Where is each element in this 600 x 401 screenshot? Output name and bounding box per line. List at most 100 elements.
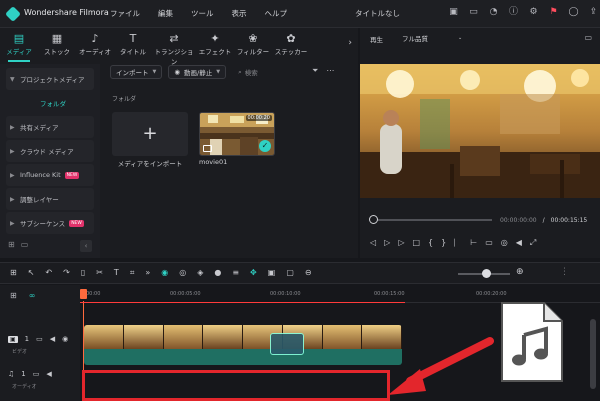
search-icon: ⌕ [238, 67, 242, 76]
sidebar-item-folder[interactable]: フォルダ [6, 92, 94, 114]
undo-icon[interactable]: ↶ [45, 268, 52, 278]
speaker-icon[interactable]: ◀ [46, 370, 51, 378]
select-tool-icon[interactable]: ↖ [28, 268, 35, 278]
tab-stock[interactable]: ▦ ストック [38, 28, 76, 62]
menu-help[interactable]: ヘルプ [265, 8, 288, 19]
mark-out-icon[interactable]: } [441, 238, 446, 248]
new-badge: NEW [69, 219, 84, 227]
import-media-tile[interactable]: + [112, 112, 188, 156]
cloud-upload-icon[interactable]: ⇪ [587, 6, 600, 19]
eye-icon[interactable]: ◉ [62, 335, 68, 343]
text-tool-icon[interactable]: T [114, 268, 119, 278]
play-reverse-icon[interactable]: ▷ [398, 238, 404, 248]
sidebar-item-shared-media[interactable]: ▶ 共有メディア [6, 116, 94, 138]
previous-frame-icon[interactable]: ◁ [370, 238, 376, 248]
sidebar-item-influence-kit[interactable]: ▶ Influence Kit NEW [6, 164, 94, 186]
ai-tool-icon[interactable]: ◉ [161, 268, 168, 278]
link-icon[interactable]: ∞ [29, 291, 36, 300]
mark-in-icon[interactable]: { [428, 238, 433, 248]
more-icon[interactable]: ⋯ [326, 66, 334, 76]
menu-edit[interactable]: 編集 [158, 8, 173, 19]
audio-track-icon: ♫ [8, 370, 15, 378]
shield-icon[interactable]: ◈ [197, 268, 203, 278]
tab-audio[interactable]: ♪ オーディオ [76, 28, 114, 62]
transition-marker[interactable] [270, 333, 304, 355]
sidebar-item-label: フォルダ [40, 100, 66, 108]
screen-icon[interactable]: ▣ [268, 268, 276, 278]
quality-dropdown[interactable]: フル品質 ⌄ [398, 32, 466, 44]
timeline-scrollbar[interactable] [590, 319, 596, 389]
add-track-icon[interactable]: ⊞ [10, 291, 17, 300]
tab-titles[interactable]: T タイトル [114, 28, 152, 62]
avatar-icon[interactable]: ◯ [567, 6, 580, 19]
chevron-right-icon[interactable]: › [348, 38, 352, 48]
cut-icon[interactable]: ✂ [96, 268, 103, 278]
preview-player: 再生 フル品質 ⌄ ▭ 00:00:00:00 / 00:00:15:15 ◁ … [360, 28, 600, 258]
playback-progress-bar[interactable] [372, 219, 492, 221]
drag-handle-icon[interactable]: ⋮ [560, 267, 569, 277]
help-icon[interactable]: ⓘ [507, 6, 520, 19]
volume-icon[interactable]: ◀ [516, 238, 522, 248]
caret-down-icon: ▼ [10, 75, 15, 83]
search-input[interactable]: ⌕ 検索 [238, 67, 258, 78]
feedback-icon[interactable]: ▣ [447, 6, 460, 19]
ruler-label: 00:00:15:00 [374, 291, 405, 297]
titlebar-icons: ▣ ▭ ◔ ⓘ ⚙ ⚑ ◯ ⇪ [447, 6, 600, 19]
media-panel: ▤ メディア ▦ ストック ♪ オーディオ T タイトル ⇄ トランジション ✦… [0, 28, 358, 258]
import-dropdown[interactable]: インポート ▼ [110, 65, 163, 79]
play-icon[interactable]: ▷ [384, 238, 390, 248]
settings-icon[interactable]: ⚙ [527, 6, 540, 19]
menu-tools[interactable]: ツール [191, 8, 214, 19]
delete-icon[interactable]: ▯ [81, 268, 85, 278]
crop-icon[interactable]: ⌗ [130, 268, 135, 278]
playback-scrub-handle[interactable] [369, 215, 378, 224]
new-folder-icon[interactable]: ⊞ [8, 240, 15, 252]
tab-media[interactable]: ▤ メディア [0, 28, 38, 62]
sidebar-item-adjustment-layer[interactable]: ▶ 調整レイヤー [6, 188, 94, 210]
caret-right-icon: ▶ [10, 219, 15, 227]
title-text-icon: T [129, 32, 137, 45]
snapshot-icon[interactable]: ▭ [584, 33, 592, 42]
render-preview-icon[interactable]: ⊢ [470, 238, 477, 248]
audio-mixer-icon[interactable]: ≡ [232, 268, 239, 278]
more-tools-icon[interactable]: » [145, 268, 150, 278]
snap-icon[interactable]: ✥ [250, 268, 257, 278]
gift-icon[interactable]: ⚑ [547, 6, 560, 19]
bell-icon[interactable]: ◔ [487, 6, 500, 19]
zoom-out-icon[interactable]: ⊖ [305, 268, 312, 278]
fullscreen-icon[interactable]: ⤢ [530, 238, 536, 248]
split-marker-icon[interactable]: ⎸ [454, 238, 462, 248]
media-filter-dropdown[interactable]: ◉ 動画/静止 ▼ [168, 65, 227, 79]
menu-file[interactable]: ファイル [110, 8, 140, 19]
render-icon[interactable]: ◎ [179, 268, 186, 278]
sidebar-item-project-media[interactable]: ▼ プロジェクトメディア [6, 68, 94, 90]
tab-effects[interactable]: ✦ エフェクト [196, 28, 234, 62]
menu-view[interactable]: 表示 [232, 8, 247, 19]
camera-icon[interactable]: ◎ [501, 238, 508, 248]
speaker-icon[interactable]: ◀ [50, 335, 55, 343]
voiceover-mic-icon[interactable]: ● [214, 268, 221, 278]
tab-filters[interactable]: ❀ フィルター [234, 28, 272, 62]
tab-transitions[interactable]: ⇄ トランジション [152, 28, 196, 66]
collapse-sidebar-icon[interactable]: ‹ [80, 240, 92, 252]
music-file-icon [501, 302, 563, 382]
zoom-slider-handle[interactable] [482, 269, 491, 278]
folder-icon[interactable]: ▭ [21, 240, 29, 252]
display-settings-icon[interactable]: ▭ [485, 238, 493, 248]
media-clip-thumbnail[interactable]: 00:00:20 ✓ [199, 112, 275, 156]
sidebar-item-subsequence[interactable]: ▶ サブシーケンス NEW [6, 212, 94, 234]
stop-icon[interactable]: □ [412, 238, 420, 248]
folder-icon[interactable]: ▭ [36, 335, 43, 343]
playhead-handle[interactable] [80, 289, 87, 299]
sidebar-item-cloud-media[interactable]: ▶ クラウド メディア [6, 140, 94, 162]
filter-funnel-icon[interactable]: ⏷ [312, 66, 318, 76]
pip-icon[interactable]: ▢ [286, 268, 294, 278]
timeline-video-clip[interactable] [84, 325, 402, 365]
zoom-in-icon[interactable]: ⊕ [516, 267, 524, 277]
layout-grid-icon[interactable]: ⊞ [10, 268, 17, 278]
folder-icon[interactable]: ▭ [33, 370, 40, 378]
redo-icon[interactable]: ↷ [63, 268, 70, 278]
tab-stickers[interactable]: ✿ ステッカー [272, 28, 310, 62]
display-icon[interactable]: ▭ [467, 6, 480, 19]
ruler-label: 00:00:20:00 [476, 291, 507, 297]
